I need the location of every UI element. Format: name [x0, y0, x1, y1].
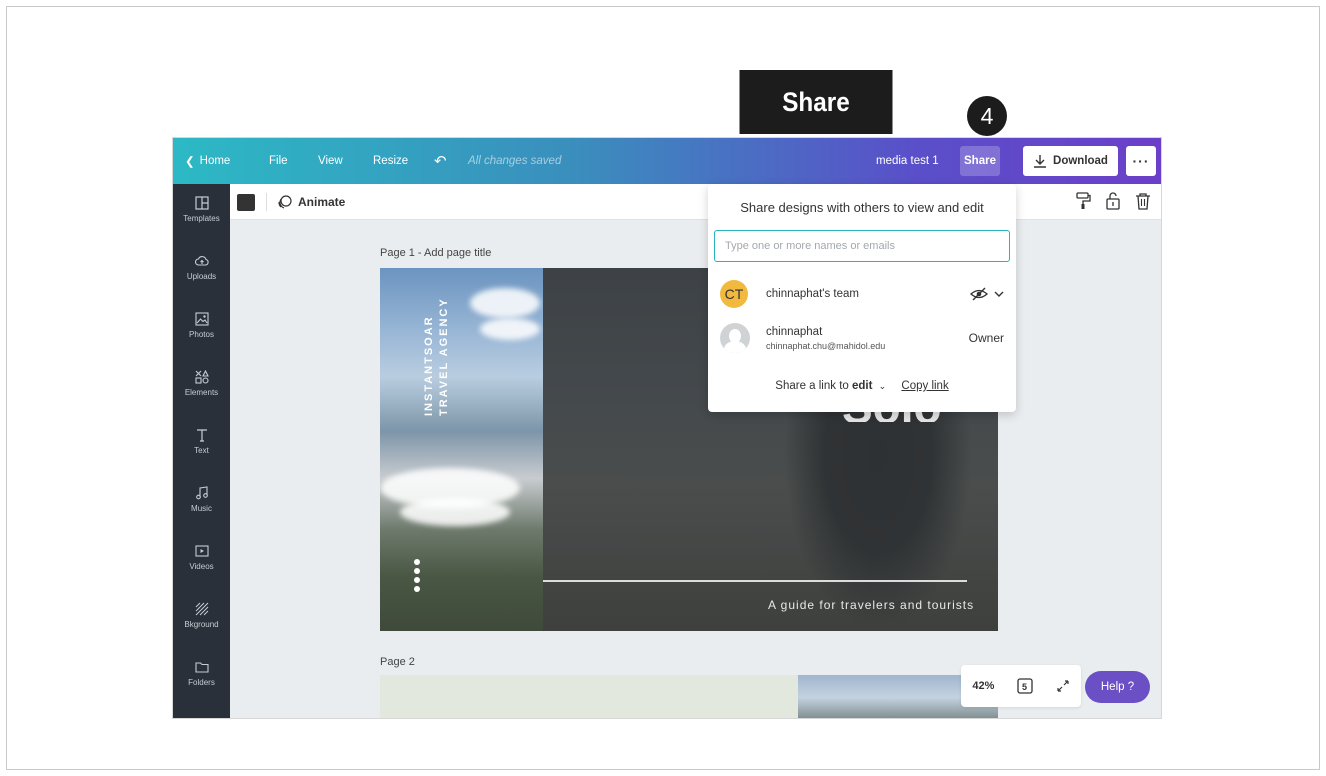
sidebar-item-label: Uploads	[186, 272, 217, 281]
sidebar-item-uploads[interactable]: Uploads	[173, 254, 230, 304]
eye-slash-icon	[970, 287, 988, 301]
copy-link-button[interactable]: Copy link	[901, 380, 948, 392]
photos-icon	[194, 312, 209, 326]
view-menu[interactable]: View	[318, 138, 343, 184]
zoom-controls: 42% 5	[961, 665, 1081, 707]
agency-vertical-text[interactable]: INSTANTSOAR TRAVEL AGENCY	[422, 297, 452, 416]
svg-text:5: 5	[1022, 682, 1027, 692]
animate-button[interactable]: Animate	[277, 184, 345, 220]
sidebar-item-label: Videos	[189, 562, 214, 571]
home-label: Home	[199, 155, 231, 167]
team-name: chinnaphat's team	[766, 288, 859, 300]
resize-button[interactable]: Resize	[373, 138, 408, 184]
link-permission-value: edit	[852, 380, 873, 392]
share-link-row: Share a link to edit ⌄ Copy link	[708, 380, 1016, 392]
link-permission-dropdown[interactable]: edit ⌄	[852, 380, 889, 392]
share-recipients-input[interactable]	[714, 230, 1010, 262]
elements-icon	[194, 370, 209, 384]
chevron-down-icon: ⌄	[878, 381, 887, 391]
cloud-shape	[480, 318, 540, 340]
page-1-title[interactable]: Page 1 - Add page title	[380, 247, 491, 259]
download-label: Download	[1053, 155, 1108, 167]
color-swatch[interactable]	[237, 194, 255, 211]
sidebar-item-label: Elements	[184, 388, 219, 397]
videos-icon	[194, 545, 209, 557]
sidebar-item-label: Folders	[188, 678, 215, 687]
home-button[interactable]: ❮ Home	[185, 138, 230, 184]
sidebar-item-label: Text	[194, 446, 209, 455]
file-menu[interactable]: File	[269, 138, 288, 184]
team-avatar: CT	[720, 280, 748, 308]
sidebar-item-text[interactable]: Text	[173, 428, 230, 478]
share-popover: Share designs with others to view and ed…	[708, 184, 1016, 412]
help-button[interactable]: Help ?	[1085, 671, 1150, 703]
sidebar-item-templates[interactable]: Templates	[173, 196, 230, 246]
animate-icon	[278, 194, 292, 209]
sidebar-item-folders[interactable]: Folders	[173, 660, 230, 710]
text-icon	[196, 429, 207, 442]
cloud-shape	[470, 288, 540, 318]
canva-editor-window: ❮ Home File View Resize ↶ All changes sa…	[172, 137, 1162, 719]
templates-icon	[194, 196, 209, 210]
share-link-prefix: Share a link to	[775, 380, 849, 392]
download-icon	[1034, 155, 1047, 168]
page-2-title[interactable]: Page 2	[380, 656, 415, 668]
step-number-badge: 4	[967, 96, 1007, 136]
dots-decoration	[414, 559, 420, 592]
cloud-shape	[400, 498, 510, 526]
chevron-down-icon	[994, 291, 1004, 297]
toolbar-divider	[266, 193, 267, 211]
chevron-left-icon: ❮	[185, 156, 195, 168]
sidebar-item-label: Music	[191, 504, 212, 513]
team-visibility-dropdown[interactable]	[970, 276, 1004, 312]
share-row-owner: chinnaphat chinnaphat.chu@mahidol.edu Ow…	[720, 320, 1004, 356]
design-canvas: Page 1 - Add page title Solo INSTANTSOAR…	[230, 220, 1161, 718]
undo-icon[interactable]: ↶	[434, 138, 447, 184]
sidebar-item-videos[interactable]: Videos	[173, 544, 230, 594]
save-status: All changes saved	[468, 155, 562, 167]
music-icon	[195, 486, 208, 500]
owner-email: chinnaphat.chu@mahidol.edu	[766, 340, 886, 351]
lock-icon[interactable]	[1105, 192, 1121, 210]
owner-name: chinnaphat	[766, 325, 823, 338]
design-page-2[interactable]	[380, 675, 998, 718]
sidebar-item-label: Photos	[189, 330, 214, 339]
paint-roller-icon[interactable]	[1075, 192, 1091, 210]
sidebar-item-background[interactable]: Bkground	[173, 602, 230, 652]
fullscreen-icon[interactable]	[1056, 679, 1070, 693]
zoom-level[interactable]: 42%	[972, 680, 994, 692]
divider-line	[543, 580, 967, 582]
sidebar-item-music[interactable]: Music	[173, 486, 230, 536]
sidebar-item-label: Bkground	[184, 620, 219, 629]
sidebar-item-elements[interactable]: Elements	[173, 370, 230, 420]
sidebar-item-label: Templates	[183, 214, 220, 223]
download-button[interactable]: Download	[1023, 146, 1118, 176]
more-options-button[interactable]: ···	[1126, 146, 1156, 176]
share-panel-title: Share designs with others to view and ed…	[740, 200, 984, 215]
share-row-team: CT chinnaphat's team	[720, 276, 1004, 312]
agency-line-1: INSTANTSOAR	[423, 315, 435, 416]
share-callout-label: Share	[739, 70, 893, 134]
sidebar-item-photos[interactable]: Photos	[173, 312, 230, 362]
background-icon	[195, 602, 208, 616]
left-sidebar: Templates Uploads Photos Elements Text M…	[173, 184, 230, 718]
document-title[interactable]: media test 1	[876, 138, 939, 184]
top-bar: ❮ Home File View Resize ↶ All changes sa…	[173, 138, 1161, 184]
owner-role: Owner	[968, 331, 1004, 345]
user-avatar	[720, 323, 750, 353]
folder-icon	[194, 662, 209, 673]
share-button[interactable]: Share	[960, 146, 1000, 176]
mountain-photo[interactable]	[380, 268, 543, 631]
animate-label: Animate	[298, 195, 346, 209]
guide-caption[interactable]: A guide for travelers and tourists	[768, 598, 974, 612]
toolbar-right-icons	[1075, 192, 1151, 210]
trash-icon[interactable]	[1135, 192, 1151, 210]
editor-toolbar: Animate	[230, 184, 1161, 220]
upload-cloud-icon	[194, 256, 209, 266]
page-grid-icon[interactable]: 5	[1017, 678, 1033, 694]
agency-line-2: TRAVEL AGENCY	[438, 297, 450, 416]
